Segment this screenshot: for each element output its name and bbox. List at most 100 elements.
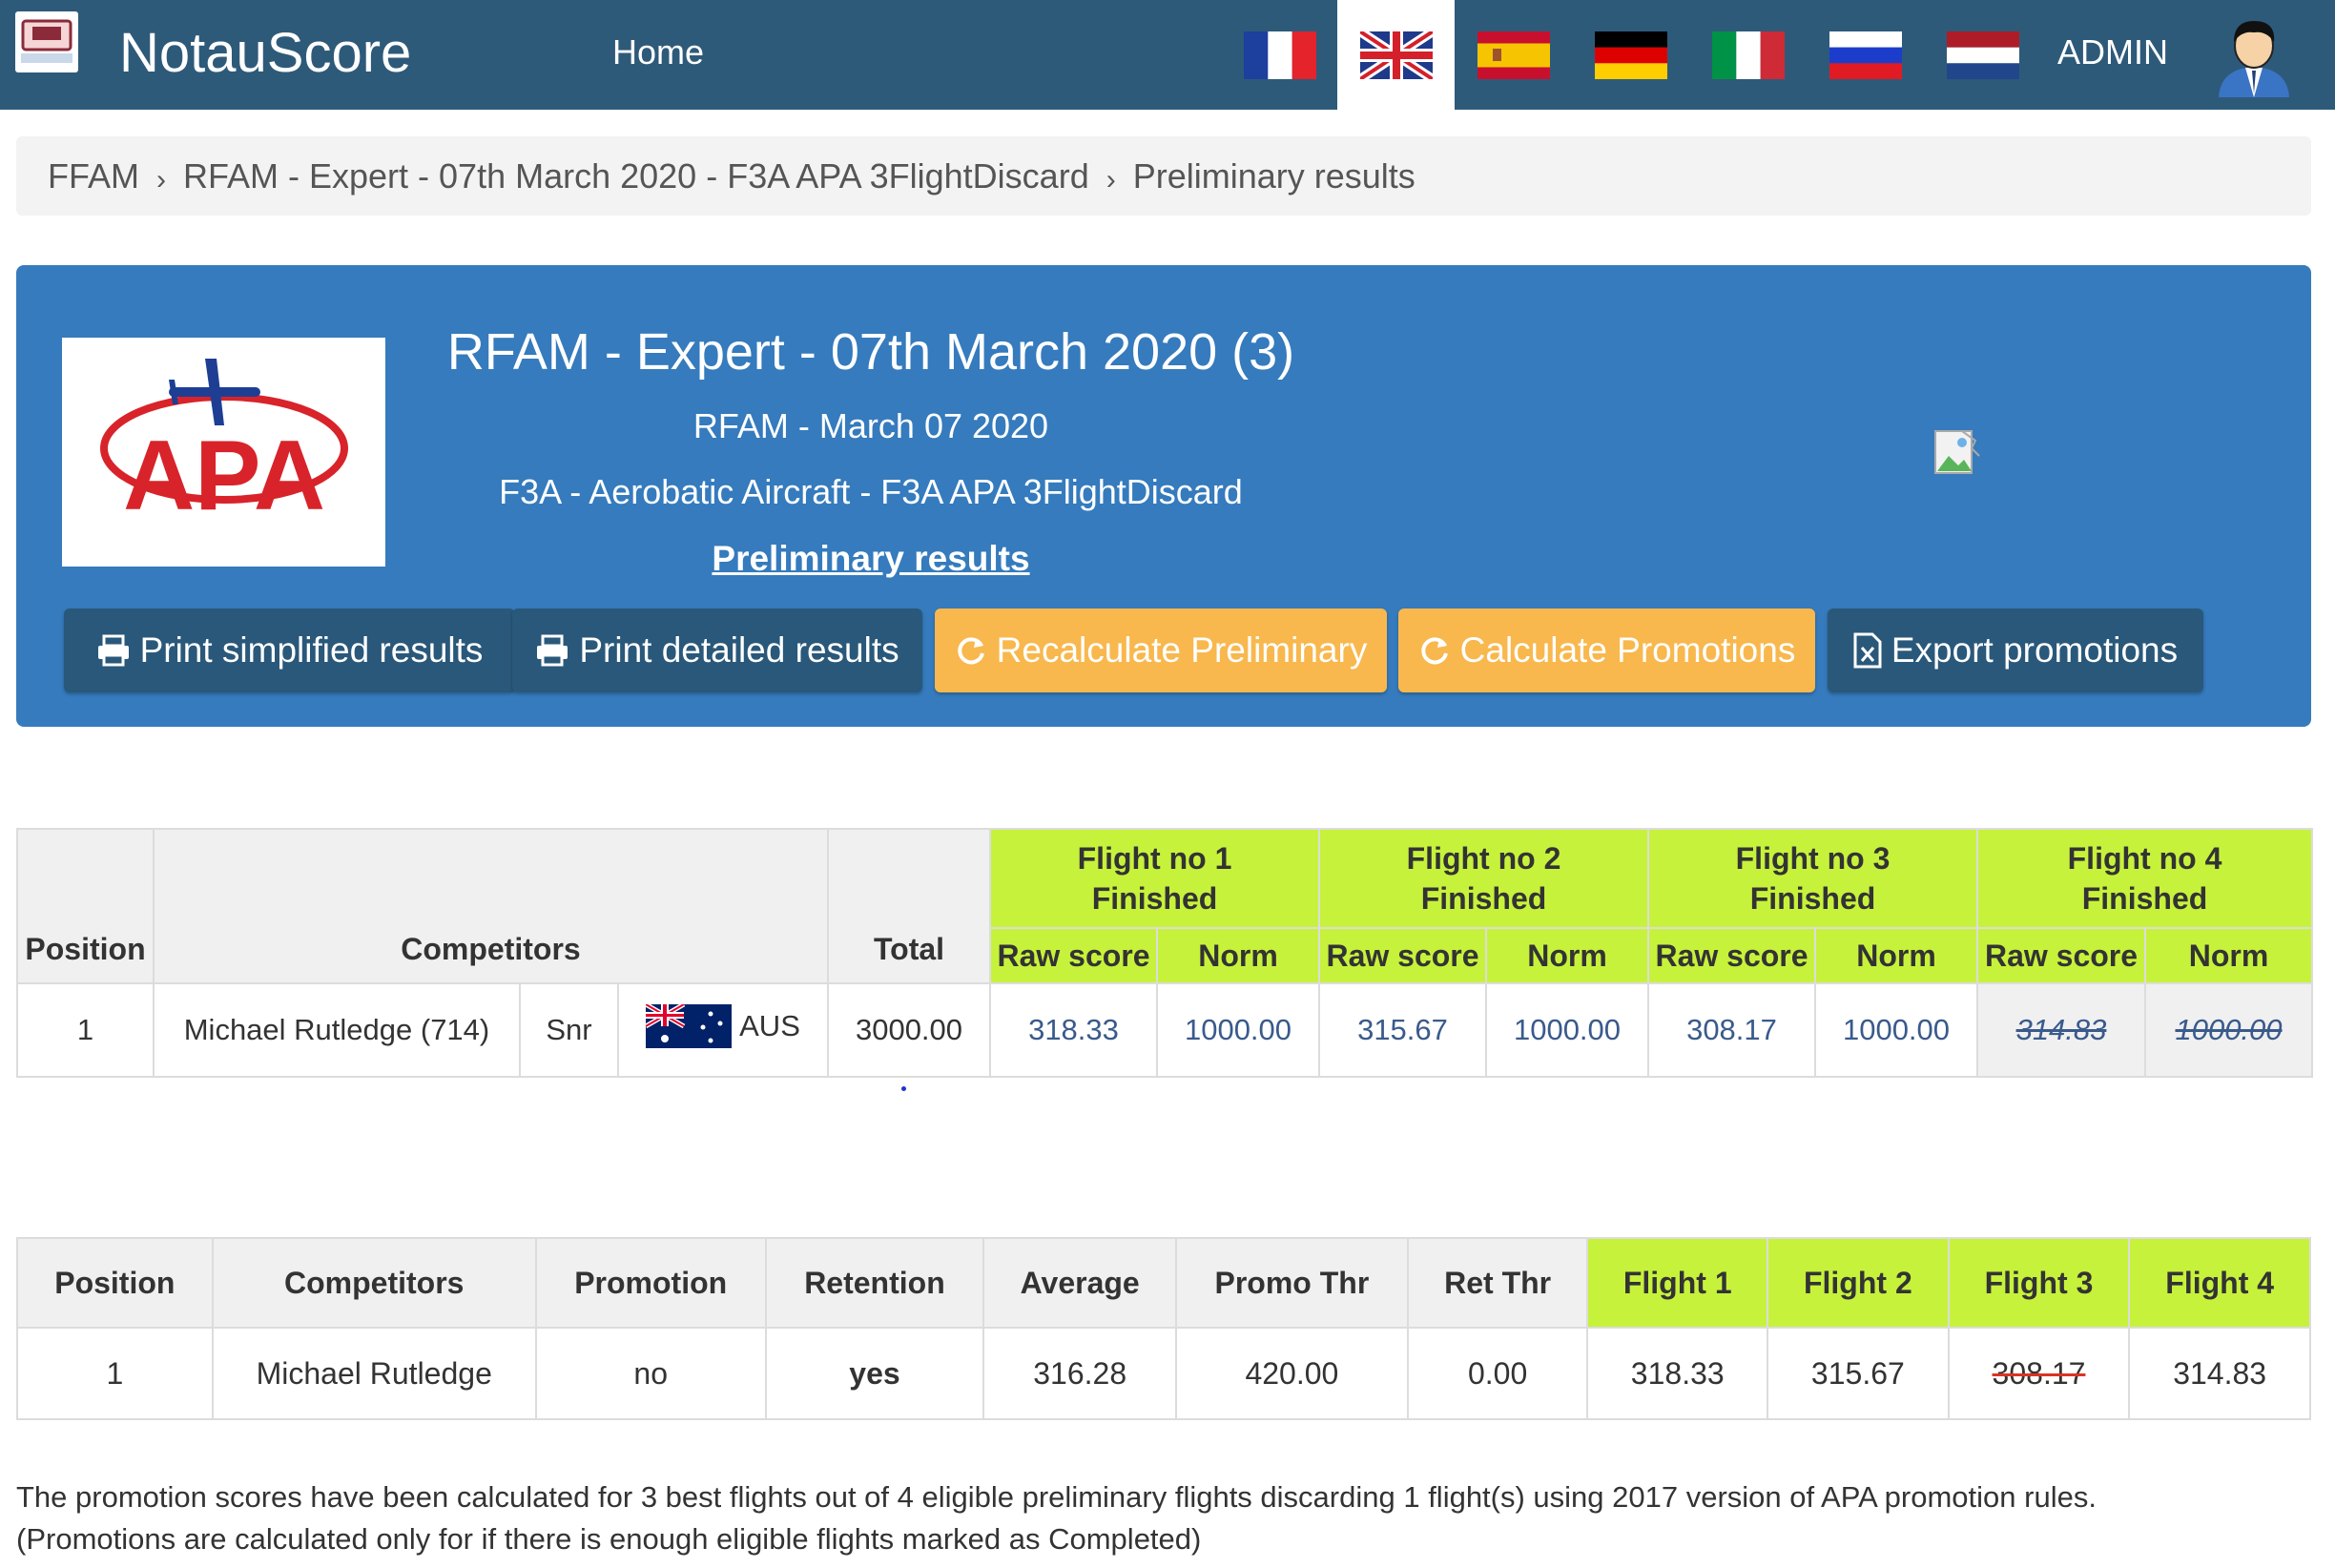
promotion-footnote: The promotion scores have been calculate… (16, 1476, 2097, 1560)
broken-image-icon (1934, 430, 1980, 474)
app-logo[interactable] (15, 11, 78, 72)
breadcrumb: FFAM › RFAM - Expert - 07th March 2020 -… (16, 136, 2311, 216)
header-flight-4: Flight no 4 Finished (1976, 828, 2313, 929)
flight-3-raw[interactable]: 308.17 (1647, 982, 1816, 1078)
preliminary-results-table: Position Competitors Total Flight no 1 F… (16, 828, 2313, 1078)
promotions-table: Position Competitors Promotion Retention… (16, 1237, 2311, 1420)
header-flight-4: Flight 4 (2128, 1237, 2311, 1329)
promo-row-competitor: Michael Rutledge (211, 1327, 537, 1420)
user-avatar-icon[interactable] (2211, 13, 2297, 97)
print-simplified-button[interactable]: Print simplified results (64, 609, 515, 692)
printer-icon (97, 634, 129, 667)
promo-row-retention: yes (764, 1327, 985, 1420)
promo-row-flight-1: 318.33 (1586, 1327, 1769, 1420)
header-flight-2: Flight 2 (1767, 1237, 1950, 1329)
recalculate-preliminary-button[interactable]: Recalculate Preliminary (935, 609, 1387, 692)
header-norm: Norm (1814, 927, 1978, 984)
flight-2-raw[interactable]: 315.67 (1318, 982, 1487, 1078)
lang-de[interactable] (1572, 0, 1689, 110)
it-flag-icon (1711, 31, 1785, 79)
chevron-right-icon: › (156, 163, 166, 196)
promo-row-position: 1 (16, 1327, 214, 1420)
promo-row-average: 316.28 (982, 1327, 1177, 1420)
flight-4-title: Flight no 4 (2067, 841, 2222, 876)
nav-home-link[interactable]: Home (612, 29, 704, 76)
flight-1-status: Finished (1091, 881, 1218, 916)
flight-4-raw-discarded[interactable]: 314.83 (1976, 982, 2146, 1078)
header-promotion: Promotion (534, 1237, 767, 1329)
lang-ru[interactable] (1807, 0, 1924, 110)
calculate-promotions-button[interactable]: Calculate Promotions (1398, 609, 1815, 692)
header-promo-thr: Promo Thr (1175, 1237, 1409, 1329)
competition-panel: APA RFAM - Expert - 07th March 2020 (3) … (16, 265, 2311, 727)
au-flag-icon (646, 1004, 733, 1048)
header-raw-score: Raw score (1976, 927, 2146, 984)
printer-icon (537, 634, 568, 667)
refresh-icon (1421, 637, 1448, 665)
flight-4-norm-discarded[interactable]: 1000.00 (2144, 982, 2313, 1078)
flight-1-norm[interactable]: 1000.00 (1156, 982, 1320, 1078)
header-retention: Retention (764, 1237, 985, 1329)
de-flag-icon (1594, 31, 1667, 79)
footnote-line-2: (Promotions are calculated only for if t… (16, 1522, 1202, 1556)
flight-2-title: Flight no 2 (1406, 841, 1561, 876)
lang-es[interactable] (1455, 0, 1572, 110)
header-position: Position (16, 828, 155, 984)
nl-flag-icon (1946, 31, 2019, 79)
navbar: NotauScore Home ADMIN (0, 0, 2335, 110)
export-promotions-label: Export promotions (1891, 630, 2179, 670)
row-country-code: AUS (739, 1009, 800, 1042)
table-row: 1 Michael Rutledge no yes 316.28 420.00 … (16, 1327, 2311, 1420)
header-ret-thr: Ret Thr (1406, 1237, 1589, 1329)
header-flight-3: Flight no 3 Finished (1647, 828, 1978, 929)
brand-name[interactable]: NotauScore (119, 17, 411, 90)
breadcrumb-item-current: Preliminary results (1132, 155, 1415, 196)
row-country: AUS (617, 982, 829, 1078)
lang-fr[interactable] (1221, 0, 1338, 110)
refresh-icon (958, 637, 984, 665)
promo-row-promotion: no (534, 1327, 767, 1420)
flight-3-norm[interactable]: 1000.00 (1814, 982, 1978, 1078)
preliminary-results-link: Preliminary results (16, 535, 1725, 583)
row-competitor-name: Michael Rutledge (714) (153, 982, 521, 1078)
header-average: Average (982, 1237, 1177, 1329)
table-row: 1 Michael Rutledge (714) Snr AUS 3000.00… (16, 982, 2313, 1078)
header-raw-score: Raw score (1647, 927, 1816, 984)
calculate-promotions-label: Calculate Promotions (1459, 630, 1796, 670)
flight-1-raw[interactable]: 318.33 (989, 982, 1158, 1078)
flight-2-status: Finished (1420, 881, 1547, 916)
chevron-right-icon: › (1106, 163, 1116, 196)
header-raw-score: Raw score (989, 927, 1158, 984)
header-competitors: Competitors (211, 1237, 537, 1329)
header-flight-1: Flight no 1 Finished (989, 828, 1320, 929)
competition-category: F3A - Aerobatic Aircraft - F3A APA 3Flig… (499, 472, 1243, 511)
flight-2-norm[interactable]: 1000.00 (1485, 982, 1649, 1078)
promo-row-flight-2: 315.67 (1767, 1327, 1950, 1420)
header-position: Position (16, 1237, 214, 1329)
lang-nl[interactable] (1924, 0, 2041, 110)
export-promotions-button[interactable]: Export promotions (1828, 609, 2203, 692)
nav-admin-link[interactable]: ADMIN (2057, 29, 2168, 76)
print-detailed-button[interactable]: Print detailed results (512, 609, 922, 692)
breadcrumb-item-root[interactable]: FFAM (48, 156, 139, 196)
lang-en[interactable] (1337, 0, 1455, 110)
header-flight-2: Flight no 2 Finished (1318, 828, 1649, 929)
header-total: Total (827, 828, 991, 984)
promo-row-flight-3-discarded: 308.17 (1947, 1327, 2131, 1420)
preliminary-results-link-text[interactable]: Preliminary results (712, 539, 1029, 578)
promo-row-ret-thr: 0.00 (1406, 1327, 1589, 1420)
print-detailed-label: Print detailed results (579, 630, 899, 670)
promo-row-promo-thr: 420.00 (1175, 1327, 1409, 1420)
header-flight-1: Flight 1 (1586, 1237, 1769, 1329)
competition-subtitle: RFAM - March 07 2020 (692, 406, 1049, 445)
row-competitor-class: Snr (519, 982, 619, 1078)
uk-flag-icon (1359, 31, 1433, 79)
row-position: 1 (16, 982, 155, 1078)
lang-it[interactable] (1689, 0, 1807, 110)
breadcrumb-item-competition[interactable]: RFAM - Expert - 07th March 2020 - F3A AP… (183, 156, 1089, 196)
marker-dot (901, 1086, 906, 1091)
header-raw-score: Raw score (1318, 927, 1487, 984)
fr-flag-icon (1243, 31, 1316, 79)
flight-3-status: Finished (1749, 881, 1876, 916)
flight-4-status: Finished (2081, 881, 2208, 916)
